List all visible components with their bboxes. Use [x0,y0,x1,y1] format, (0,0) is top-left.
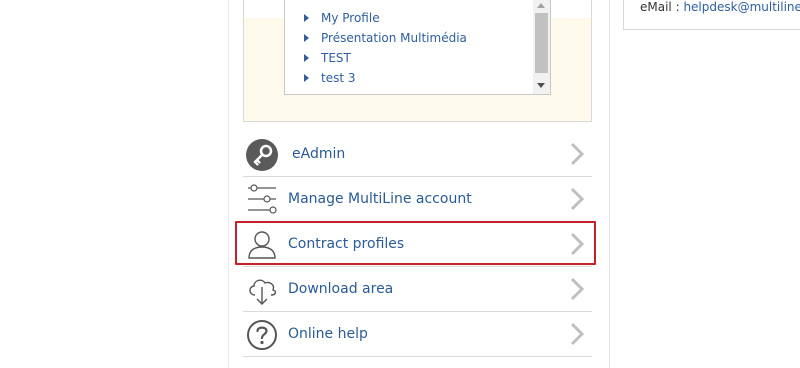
menu-item-label: Online help [288,326,368,342]
profile-list-item[interactable]: test 3 [301,68,467,88]
menu-item-label: Download area [288,281,394,297]
menu-item-download-area[interactable]: Download area [243,267,592,312]
question-icon [247,320,277,350]
profile-list-item[interactable]: TEST [301,48,467,68]
chevron-right-icon [570,277,585,301]
menu-item-eadmin[interactable]: eAdmin [243,132,592,177]
scroll-down-icon[interactable] [537,83,545,88]
bullet-arrow-icon [304,74,309,82]
email-link[interactable]: helpdesk@multiline [683,0,800,14]
chevron-right-icon [570,142,585,166]
profile-list-item[interactable]: My Profile [301,8,467,28]
key-icon [246,139,278,171]
contact-panel: eMail : helpdesk@multiline [623,0,800,30]
cloud-download-icon [249,279,277,305]
profiles-panel: My Profile Présentation Multimédia TEST … [243,0,592,122]
menu-item-manage-account[interactable]: Manage MultiLine account [243,177,592,222]
menu-item-online-help[interactable]: Online help [243,312,592,357]
bullet-arrow-icon [304,54,309,62]
menu-item-contract-profiles[interactable]: Contract profiles [243,222,592,267]
scroll-up-icon[interactable] [537,3,545,8]
scrollbar-thumb[interactable] [535,13,548,73]
user-icon [248,231,276,259]
menu-item-label: eAdmin [292,146,346,162]
menu-item-label: Manage MultiLine account [288,191,472,207]
chevron-right-icon [570,322,585,346]
column-divider [228,0,229,368]
account-menu: eAdmin Manage MultiLine account Contract… [243,132,592,357]
bullet-arrow-icon [304,34,309,42]
chevron-right-icon [570,187,585,211]
profile-listbox[interactable]: My Profile Présentation Multimédia TEST … [284,0,551,95]
listbox-scrollbar[interactable] [533,0,550,94]
menu-item-label: Contract profiles [288,236,405,252]
chevron-right-icon [570,232,585,256]
bullet-arrow-icon [304,14,309,22]
email-label: eMail : [640,0,684,14]
profile-list-item[interactable]: Présentation Multimédia [301,28,467,48]
email-line: eMail : helpdesk@multiline [640,0,800,15]
column-divider [609,0,610,368]
sliders-icon [248,184,277,214]
